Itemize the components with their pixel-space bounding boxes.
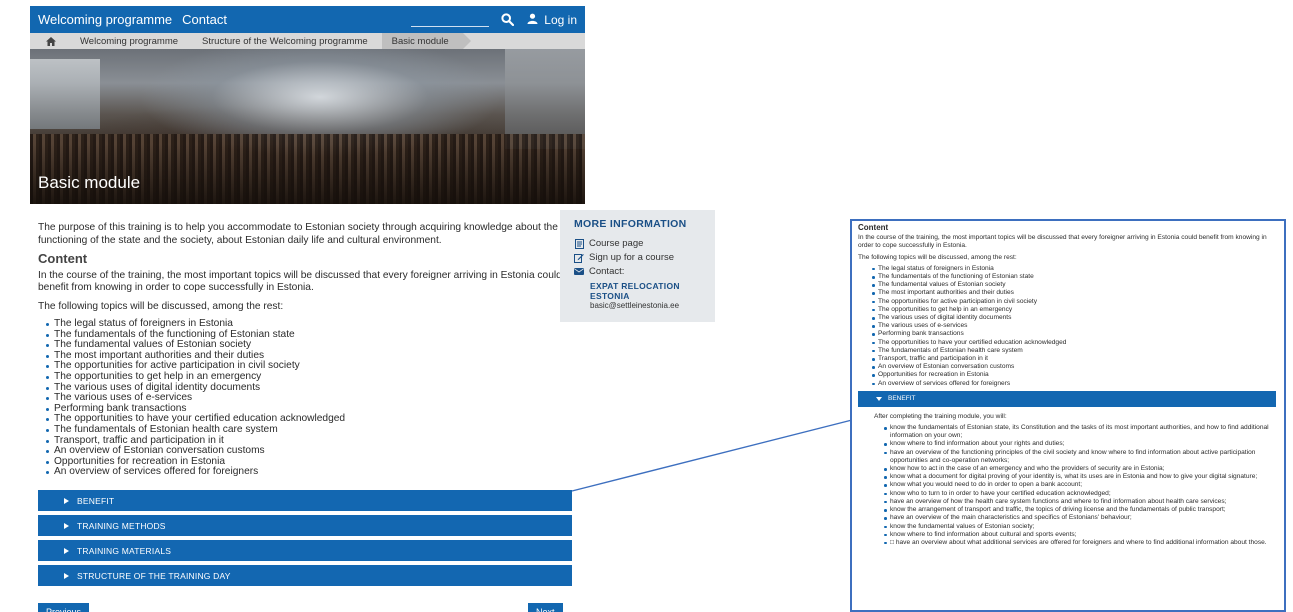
breadcrumb-item[interactable]: Structure of the Welcoming programme (192, 33, 382, 49)
list-item: know where to find information about you… (884, 440, 1278, 448)
hero-photo-detail (30, 59, 100, 129)
search-input[interactable] (411, 13, 490, 27)
list-item: The opportunities to have your certified… (872, 339, 1278, 347)
signup-label: Sign up for a course (589, 252, 675, 263)
course-page-link[interactable]: Course page (574, 238, 701, 249)
accordion-list: BENEFIT TRAINING METHODS TRAINING MATERI… (38, 490, 572, 590)
course-page-label: Course page (589, 238, 644, 249)
signup-link[interactable]: Sign up for a course (574, 252, 701, 263)
list-item: The fundamentals of Estonian health care… (872, 347, 1278, 355)
benefits-list: know the fundamentals of Estonian state,… (858, 424, 1278, 547)
hero-banner: Basic module (30, 49, 585, 204)
list-item: have an overview of how the health care … (884, 498, 1278, 506)
home-icon[interactable] (42, 33, 70, 49)
chevron-right-icon (64, 522, 69, 529)
nav-link-contact[interactable]: Contact (182, 12, 227, 27)
contact-email[interactable]: basic@settleinestonia.ee (590, 301, 701, 310)
list-item: The various uses of e-services (872, 322, 1278, 330)
list-item: know how to act in the case of an emerge… (884, 465, 1278, 473)
list-item: Opportunities for recreation in Estonia (872, 371, 1278, 379)
zoom-accordion-benefit-expanded[interactable]: BENEFIT (858, 390, 1276, 407)
list-item: know the arrangement of transport and tr… (884, 506, 1278, 514)
breadcrumb-item[interactable]: Welcoming programme (70, 33, 192, 49)
login-button[interactable]: Log in (527, 13, 577, 27)
list-item: The most important authorities and their… (872, 289, 1278, 297)
breadcrumb: Welcoming programme Structure of the Wel… (30, 33, 585, 49)
page-title: Basic module (38, 173, 141, 192)
contact-row: Contact: (574, 266, 701, 277)
list-item: The legal status of foreigners in Estoni… (872, 265, 1278, 273)
list-item: know the fundamentals of Estonian state,… (884, 424, 1278, 440)
content-heading: Content (38, 251, 88, 266)
zoom-content-heading: Content (858, 223, 889, 232)
list-item: The opportunities to get help in an emer… (46, 371, 573, 383)
zoom-topics-intro: The following topics will be discussed, … (858, 253, 1017, 261)
chevron-right-icon (64, 497, 69, 504)
user-icon (527, 13, 538, 27)
list-item: The fundamental values of Estonian socie… (872, 281, 1278, 289)
list-item: Performing bank transactions (872, 330, 1278, 338)
page-screenshot: Welcoming programme Contact Log in Welco… (30, 6, 585, 612)
accordion-label: BENEFIT (888, 394, 916, 402)
edit-icon (574, 253, 584, 263)
list-item: The legal status of foreigners in Estoni… (46, 318, 573, 330)
list-item: The opportunities to get help in an emer… (872, 306, 1278, 314)
zoom-topics-list: The legal status of foreigners in Estoni… (858, 265, 1278, 388)
accordion-training-materials[interactable]: TRAINING MATERIALS (38, 540, 572, 561)
accordion-training-methods[interactable]: TRAINING METHODS (38, 515, 572, 536)
list-item: know the fundamental values of Estonian … (884, 523, 1278, 531)
chevron-right-icon (64, 572, 69, 579)
list-item: Transport, traffic and participation in … (872, 355, 1278, 363)
accordion-label: BENEFIT (77, 495, 115, 506)
info-title: MORE INFORMATION (574, 218, 687, 230)
breadcrumb-current: Basic module (381, 33, 471, 49)
list-item: know where to find information about cul… (884, 531, 1278, 539)
list-item: The various uses of digital identity doc… (872, 314, 1278, 322)
accordion-label: STRUCTURE OF THE TRAINING DAY (77, 570, 231, 581)
list-item: An overview of Estonian conversation cus… (872, 363, 1278, 371)
main-content: The purpose of this training is to help … (30, 204, 585, 478)
top-navigation-bar: Welcoming programme Contact Log in (30, 6, 585, 33)
contact-organisation: EXPAT RELOCATION ESTONIA (590, 281, 680, 301)
accordion-structure-of-training-day[interactable]: STRUCTURE OF THE TRAINING DAY (38, 565, 572, 586)
list-item: know who to turn to in order to have you… (884, 490, 1278, 498)
list-item: □ have an overview about what additional… (884, 539, 1278, 547)
list-item: The opportunities for active participati… (872, 298, 1278, 306)
envelope-icon (574, 267, 584, 277)
topics-list: The legal status of foreigners in Estoni… (38, 318, 573, 478)
zoom-content-paragraph: In the course of the training, the most … (858, 234, 1267, 250)
zoomed-callout-panel: Content In the course of the training, t… (850, 219, 1286, 612)
more-information-panel: MORE INFORMATION Course page Sign up for… (560, 210, 715, 322)
contact-label: Contact: (589, 266, 625, 277)
list-item: know what you would need to do in order … (884, 481, 1278, 489)
intro-paragraph: The purpose of this training is to help … (38, 222, 558, 246)
nav-link-welcoming-programme[interactable]: Welcoming programme (38, 12, 172, 27)
list-item: The fundamentals of the functioning of E… (872, 273, 1278, 281)
search-icon[interactable] (499, 12, 515, 28)
accordion-benefit[interactable]: BENEFIT (38, 490, 572, 511)
list-item: The fundamentals of Estonian health care… (46, 424, 573, 436)
list-item: An overview of services offered for fore… (872, 380, 1278, 388)
list-item: have an overview of the main characteris… (884, 514, 1278, 522)
chevron-down-icon (876, 396, 882, 401)
content-column: The purpose of this training is to help … (38, 222, 573, 478)
document-icon (574, 238, 584, 249)
login-label: Log in (544, 12, 577, 27)
list-item: have an overview of the functioning prin… (884, 449, 1278, 465)
accordion-label: TRAINING METHODS (77, 520, 166, 531)
accordion-label: TRAINING MATERIALS (77, 545, 172, 556)
benefit-intro: After completing the training module, yo… (874, 412, 1007, 420)
list-item: know what a document for digital proving… (884, 473, 1278, 481)
list-item: An overview of services offered for fore… (46, 467, 573, 478)
topics-intro: The following topics will be discussed, … (38, 300, 284, 312)
chevron-right-icon (64, 547, 69, 554)
next-button[interactable]: Next (528, 603, 563, 612)
previous-button[interactable]: Previous (38, 603, 90, 612)
content-paragraph: In the course of the training, the most … (38, 269, 562, 294)
